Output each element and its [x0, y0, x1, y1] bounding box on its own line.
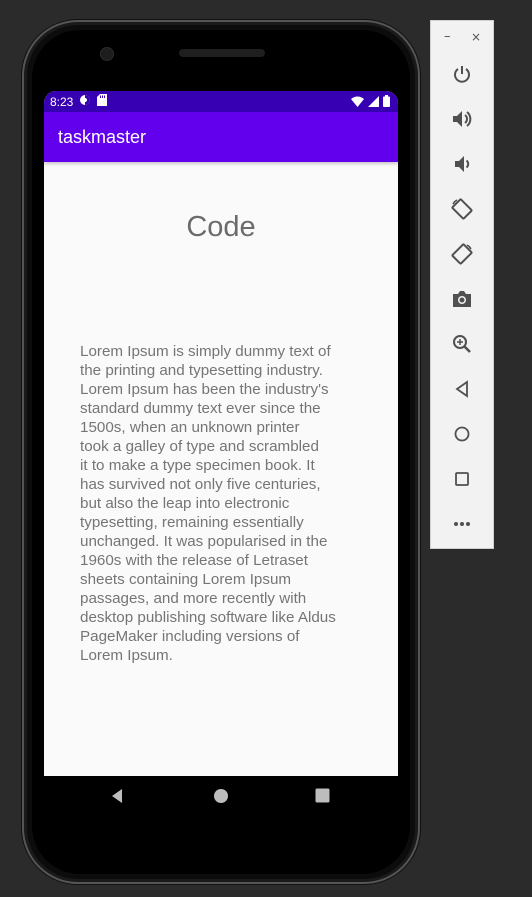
volume-down-button[interactable] [447, 149, 477, 179]
body-text-line: sheets containing Lorem Ipsum [80, 571, 292, 588]
emulator-home-button[interactable] [447, 419, 477, 449]
navigation-bar [44, 776, 398, 820]
sd-card-icon [97, 94, 108, 109]
zoom-button[interactable] [447, 329, 477, 359]
app-title: taskmaster [58, 127, 147, 147]
screenshot-button[interactable] [447, 284, 477, 314]
power-icon [454, 66, 470, 83]
body-text-line: 1960s with the release of Letraset [80, 552, 308, 569]
body-text-line: PageMaker including versions of [80, 628, 300, 645]
page-heading: Code [186, 211, 256, 243]
body-text-line: Lorem Ipsum is simply dummy text of [80, 343, 331, 360]
body-text-line: standard dummy text ever since the [80, 400, 321, 417]
close-button[interactable]: × [471, 30, 481, 44]
body-text-line: took a galley of type and scrambled [80, 438, 319, 455]
home-icon [214, 789, 228, 803]
overview-icon [455, 472, 469, 486]
rotate-left-button[interactable] [447, 194, 477, 224]
body-text-line: passages, and more recently with [80, 590, 307, 607]
front-camera [100, 47, 114, 61]
battery-icon [383, 95, 390, 110]
data-saver-icon [79, 94, 91, 109]
body-text-line: typesetting, remaining essentially [80, 514, 304, 531]
body-text-line: has survived not only five centuries, [80, 476, 321, 493]
emulator-window-controls: – × [431, 29, 493, 47]
wifi-icon [351, 96, 364, 110]
body-text-line: it to make a type specimen book. It [80, 457, 315, 474]
body-text-line: but also the leap into electronic [80, 495, 290, 512]
status-time: 8:23 [50, 94, 74, 109]
body-text-line: desktop publishing software like Aldus [80, 609, 336, 626]
minimize-button[interactable]: – [444, 29, 451, 44]
body-text-line: the printing and typesetting industry. [80, 362, 323, 379]
back-icon [112, 789, 122, 803]
back-icon [455, 380, 468, 398]
nav-back-button[interactable] [110, 788, 124, 808]
body-text-line: Lorem Ipsum. [80, 647, 173, 664]
more-button[interactable] [447, 509, 477, 539]
body-text-line: unchanged. It was popularised in the [80, 533, 328, 550]
emulator-toolbar: – × [430, 20, 494, 549]
overview-icon [315, 788, 330, 803]
volume-up-button[interactable] [447, 104, 477, 134]
volume-up-icon [453, 111, 472, 127]
rotate-left-icon [451, 198, 473, 220]
body-text-line: 1500s, when an unknown printer [80, 419, 300, 436]
zoom-icon [453, 335, 471, 353]
status-bar: 8:23 [44, 91, 398, 112]
nav-overview-button[interactable] [315, 788, 330, 807]
rotate-right-icon [451, 243, 473, 265]
earpiece-speaker [179, 49, 265, 57]
body-text-line: Lorem Ipsum has been the industry's [80, 381, 329, 398]
more-icon [454, 522, 470, 526]
power-button[interactable] [447, 59, 477, 89]
device-screen: 8:23 taskmaster Code Lorem Ipsum is simp… [44, 91, 398, 776]
home-icon [454, 426, 470, 442]
app-bar: taskmaster [44, 112, 398, 162]
nav-home-button[interactable] [213, 788, 229, 808]
cell-signal-icon [368, 95, 379, 110]
camera-icon [453, 291, 471, 307]
emulator-overview-button[interactable] [447, 464, 477, 494]
emulator-back-button[interactable] [447, 374, 477, 404]
volume-down-icon [455, 156, 470, 172]
body-text: Lorem Ipsum is simply dummy text of the … [80, 342, 370, 665]
rotate-right-button[interactable] [447, 239, 477, 269]
